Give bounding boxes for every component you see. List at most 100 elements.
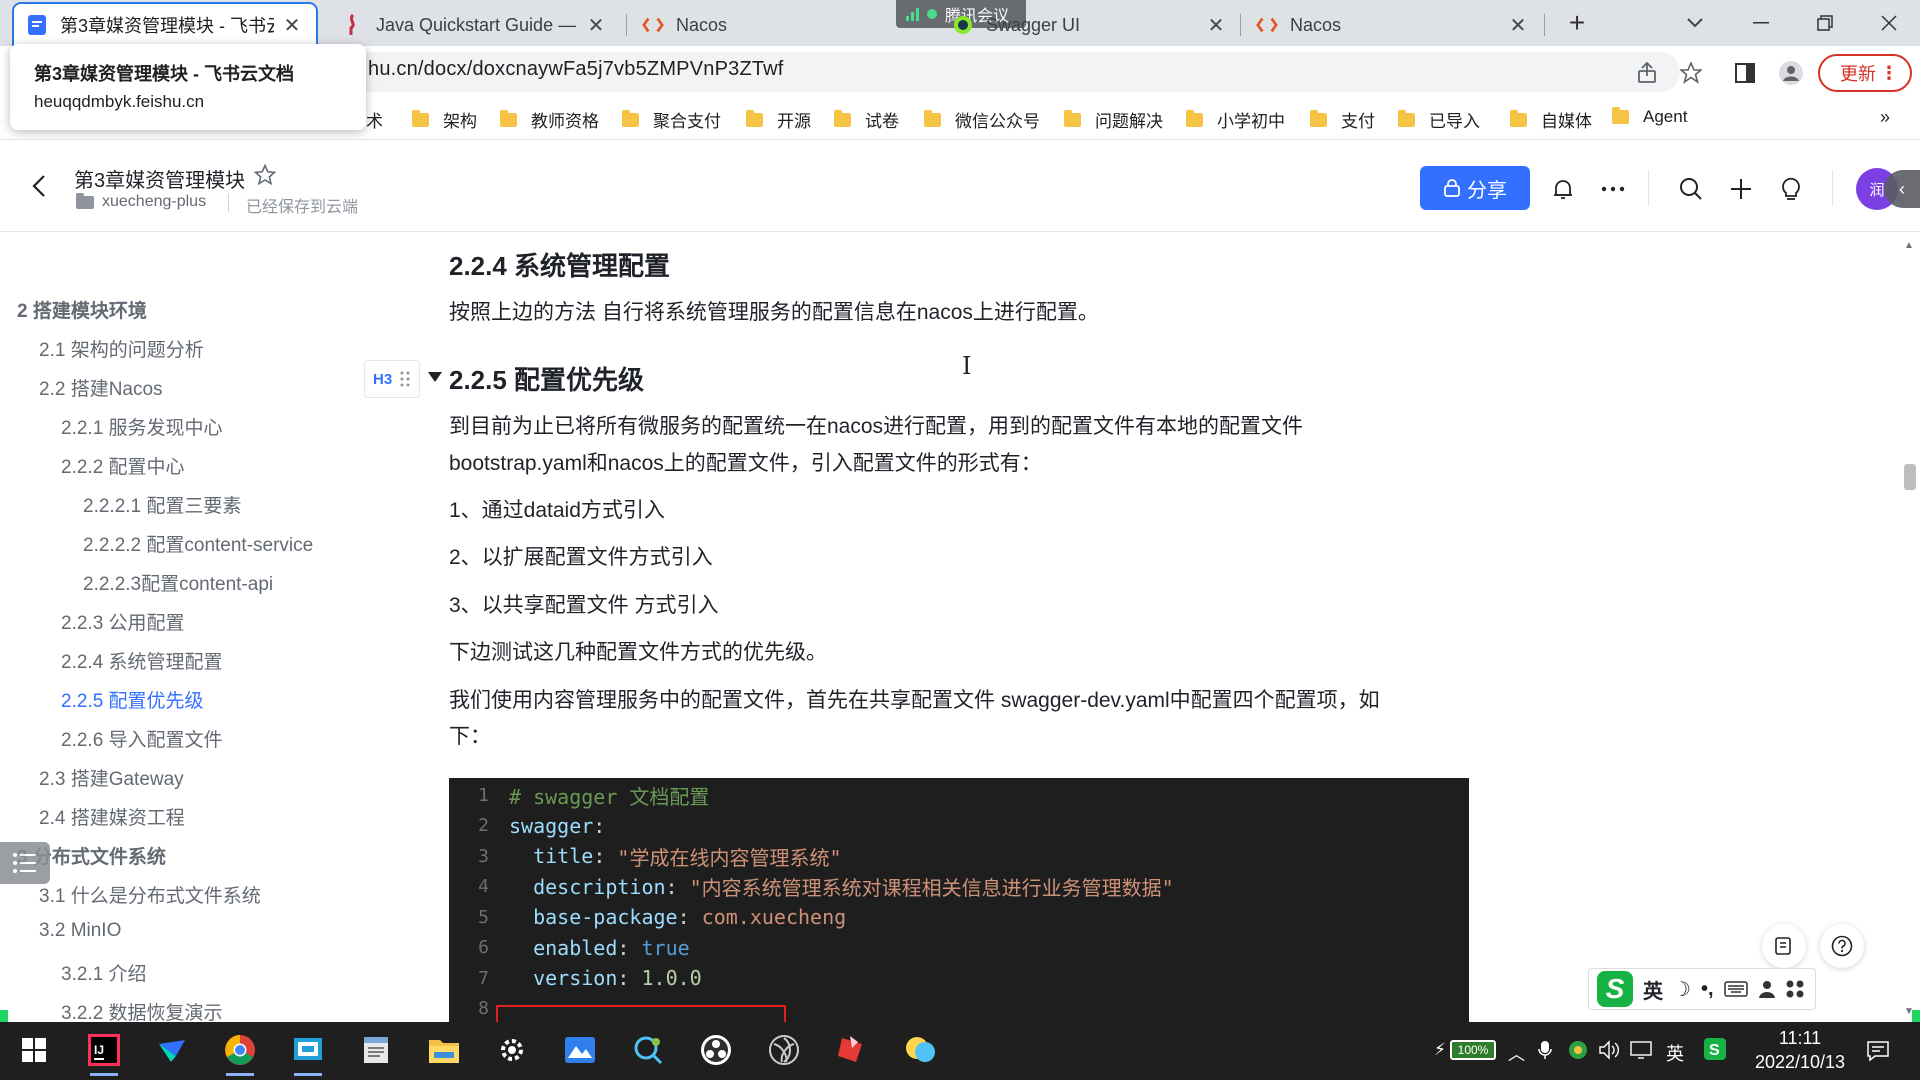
notification-icon[interactable] xyxy=(1866,1040,1890,1062)
tab-swagger-ui[interactable]: Swagger UI ✕ xyxy=(940,4,1240,46)
doc-location[interactable]: xuecheng-plus xyxy=(76,192,206,211)
vertical-scrollbar[interactable]: ▲ ▼ xyxy=(1898,232,1920,1022)
toc-item[interactable]: 2.2.2.3配置content-api xyxy=(83,569,273,596)
lightbulb-icon[interactable] xyxy=(1776,174,1806,204)
sogou-tray-icon[interactable]: S xyxy=(1704,1038,1726,1060)
notepad-app-icon[interactable] xyxy=(356,1030,396,1070)
toc-item[interactable]: 2.2.2 配置中心 xyxy=(61,452,185,479)
toc-item[interactable]: 3.1 什么是分布式文件系统 xyxy=(39,881,261,908)
heading-224[interactable]: 2.2.4 系统管理配置 xyxy=(449,246,670,283)
drag-handle-icon[interactable] xyxy=(400,371,410,387)
obs-icon[interactable] xyxy=(696,1030,736,1070)
toc-item[interactable]: 2.2.5 配置优先级 xyxy=(61,686,204,713)
wechat-tray-icon[interactable] xyxy=(1568,1040,1588,1060)
toc-item[interactable]: 3.2 MinIO xyxy=(39,920,121,942)
collapse-chevron-icon[interactable]: ‹ xyxy=(1884,170,1920,208)
scrollbar-thumb[interactable] xyxy=(1904,464,1916,490)
bookmark-item[interactable]: 架构 xyxy=(412,107,477,132)
heading-225[interactable]: 2.2.5 配置优先级 xyxy=(449,360,644,397)
windows-start-icon[interactable] xyxy=(14,1030,54,1070)
file-explorer-icon[interactable] xyxy=(424,1030,464,1070)
close-window-button[interactable] xyxy=(1864,6,1914,40)
toc-item[interactable]: 2.4 搭建媒资工程 xyxy=(39,803,185,830)
bookmarks-more-button[interactable]: » xyxy=(1880,107,1890,128)
help-icon[interactable] xyxy=(1820,924,1864,968)
ime-mode[interactable]: 英 xyxy=(1643,975,1663,1004)
battery-icon[interactable]: 100% xyxy=(1450,1040,1496,1060)
toc-item[interactable]: 2 搭建模块环境 xyxy=(17,296,147,323)
bookmark-item[interactable]: 小学初中 xyxy=(1186,107,1285,132)
ime-toolbar[interactable]: S 英 ☽ •, xyxy=(1588,968,1816,1010)
apps-grid-icon[interactable] xyxy=(1786,980,1804,998)
system-clock[interactable]: 11:11 2022/10/13 xyxy=(1740,1026,1860,1074)
keyboard-icon[interactable] xyxy=(1723,981,1748,997)
add-icon[interactable] xyxy=(1726,174,1756,204)
list-item[interactable]: 3、以共享配置文件 方式引入 xyxy=(449,587,719,624)
bookmark-item[interactable]: 已导入 xyxy=(1398,107,1480,132)
red-app-icon[interactable] xyxy=(832,1030,872,1070)
toc-item[interactable]: 2.3 搭建Gateway xyxy=(39,764,184,791)
share-button[interactable]: 分享 xyxy=(1420,166,1530,210)
list-item[interactable]: 1、通过dataid方式引入 xyxy=(449,492,665,529)
chat-app-icon[interactable] xyxy=(900,1030,940,1070)
tab-feishu-doc[interactable]: 第3章媒资管理模块 - 飞书云文档 ✕ xyxy=(12,2,318,46)
toc-item[interactable]: 3.2.1 介绍 xyxy=(61,959,147,986)
back-arrow-icon[interactable] xyxy=(26,172,54,200)
more-horizontal-icon[interactable] xyxy=(1598,174,1628,204)
doc-list-icon[interactable] xyxy=(1762,924,1806,968)
remote-desktop-icon[interactable] xyxy=(288,1030,328,1076)
share-page-icon[interactable] xyxy=(1632,58,1662,88)
toc-item[interactable]: 2.2.4 系统管理配置 xyxy=(61,647,223,674)
collapse-caret-icon[interactable] xyxy=(428,372,442,382)
toc-item[interactable]: 2.2.2.1 配置三要素 xyxy=(83,491,241,518)
punctuation-icon[interactable]: •, xyxy=(1701,978,1714,1001)
paragraph[interactable]: 下： xyxy=(449,718,491,755)
intellij-icon[interactable]: IJ xyxy=(84,1030,124,1076)
minimize-button[interactable] xyxy=(1736,6,1786,40)
scroll-up-icon[interactable]: ▲ xyxy=(1904,240,1914,251)
tab-nacos-1[interactable]: Nacos xyxy=(630,4,930,46)
bookmark-item[interactable]: 试卷 xyxy=(834,107,899,132)
favorite-star-icon[interactable] xyxy=(254,164,276,186)
input-language[interactable]: 英 xyxy=(1666,1040,1684,1066)
update-button[interactable]: 更新 ⋮ xyxy=(1818,54,1912,92)
microphone-icon[interactable] xyxy=(1538,1040,1552,1060)
side-panel-icon[interactable] xyxy=(1730,58,1760,88)
bookmark-item[interactable]: 术 xyxy=(366,107,383,132)
bookmark-item[interactable]: 微信公众号 xyxy=(924,107,1040,132)
toc-item[interactable]: 2.2.3 公用配置 xyxy=(61,608,185,635)
new-tab-button[interactable]: + xyxy=(1552,6,1602,40)
paragraph[interactable]: 按照上边的方法 自行将系统管理服务的配置信息在nacos上进行配置。 xyxy=(449,294,1099,331)
code-block[interactable]: 1 # swagger 文档配置 2 swagger:3 title: "学成在线内容… xyxy=(449,778,1469,1023)
close-icon[interactable]: ✕ xyxy=(280,13,304,38)
block-handle[interactable]: H3 xyxy=(364,360,420,398)
restore-button[interactable] xyxy=(1800,6,1850,40)
plug-icon[interactable]: ⚡ xyxy=(1434,1040,1446,1060)
tab-nacos-2[interactable]: Nacos ✕ xyxy=(1244,4,1542,46)
bell-icon[interactable] xyxy=(1548,174,1578,204)
user-icon[interactable] xyxy=(1758,980,1776,998)
obs-alt-icon[interactable] xyxy=(764,1030,804,1070)
doc-title[interactable]: 第3章媒资管理模块 xyxy=(74,164,245,193)
bookmark-star-icon[interactable] xyxy=(1676,58,1706,88)
paragraph[interactable]: 我们使用内容管理服务中的配置文件，首先在共享配置文件 swagger-dev.y… xyxy=(449,682,1380,719)
network-icon[interactable] xyxy=(1630,1040,1652,1060)
toc-item[interactable]: 2.2 搭建Nacos xyxy=(39,374,163,401)
toc-item[interactable]: 2.2.1 服务发现中心 xyxy=(61,413,223,440)
bookmark-item[interactable]: 问题解决 xyxy=(1064,107,1163,132)
tab-minio-guide[interactable]: Java Quickstart Guide — MinIO ✕ xyxy=(330,4,620,46)
tab-search-chevron-icon[interactable] xyxy=(1670,6,1720,40)
picture-app-icon[interactable] xyxy=(560,1030,600,1070)
chrome-icon[interactable] xyxy=(220,1030,260,1076)
feishu-app-icon[interactable] xyxy=(152,1030,192,1070)
search-icon[interactable] xyxy=(1676,174,1706,204)
moon-icon[interactable]: ☽ xyxy=(1673,977,1691,1002)
toc-item[interactable]: 2.1 架构的问题分析 xyxy=(39,335,204,362)
toc-item[interactable]: 2.2.2.2 配置content-service xyxy=(83,530,313,557)
bookmark-item[interactable]: 支付 xyxy=(1310,107,1375,132)
paragraph[interactable]: 下边测试这几种配置文件方式的优先级。 xyxy=(449,634,827,671)
paragraph[interactable]: 到目前为止已将所有微服务的配置统一在nacos进行配置，用到的配置文件有本地的配… xyxy=(449,408,1303,445)
bookmark-item[interactable]: 教师资格 xyxy=(500,107,599,132)
bookmark-item[interactable]: 开源 xyxy=(746,107,811,132)
settings-gear-icon[interactable] xyxy=(492,1030,532,1070)
